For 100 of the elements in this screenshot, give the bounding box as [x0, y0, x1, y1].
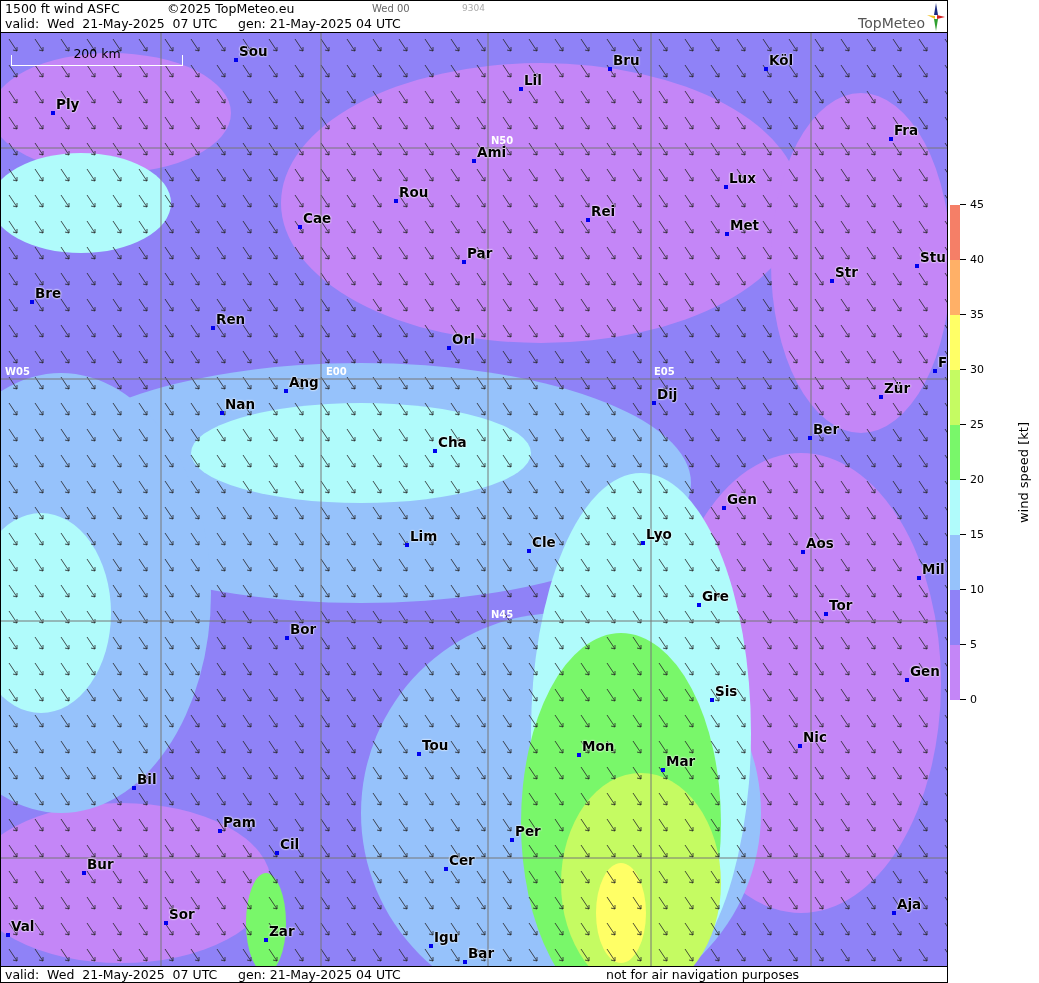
city-label: Val: [11, 919, 35, 933]
grid-label: E00: [326, 366, 347, 377]
city-marker: [132, 786, 136, 790]
city-label: Aja: [897, 897, 922, 911]
city-label: Sor: [169, 907, 195, 921]
city-marker: [275, 851, 279, 855]
city-label: Nan: [225, 397, 256, 411]
city-marker: [405, 543, 409, 547]
city-label: Bor: [290, 622, 317, 636]
city-label: Orl: [452, 332, 475, 346]
city-marker: [30, 300, 34, 304]
city-label: Nic: [803, 730, 827, 744]
city-label: Lux: [729, 171, 756, 185]
city-label: Rou: [399, 185, 429, 199]
city-label: Par: [467, 246, 493, 260]
city-marker: [892, 911, 896, 915]
run-label: Wed 00: [372, 2, 411, 16]
city-marker: [433, 449, 437, 453]
city-label: F: [938, 355, 947, 369]
city-label: Lim: [410, 529, 438, 543]
generated-time: gen: 21-May-2025 04 UTC: [238, 16, 401, 31]
city-marker: [724, 185, 728, 189]
city-label: Cae: [303, 211, 332, 225]
city-marker: [608, 67, 612, 71]
city-label: Köl: [769, 53, 794, 67]
grid-label: E05: [654, 366, 675, 377]
city-marker: [586, 218, 590, 222]
city-label: Pam: [223, 815, 256, 829]
city-marker: [284, 389, 288, 393]
city-marker: [164, 921, 168, 925]
city-marker: [889, 137, 893, 141]
city-label: Igu: [434, 930, 459, 944]
city-label: Cil: [280, 837, 300, 851]
city-marker: [417, 752, 421, 756]
city-label: Str: [835, 265, 858, 279]
city-marker: [264, 938, 268, 942]
city-marker: [463, 960, 467, 964]
city-marker: [211, 326, 215, 330]
city-label: Sis: [715, 684, 738, 698]
city-marker: [710, 698, 714, 702]
city-label: Mon: [582, 739, 615, 753]
city-marker: [220, 411, 224, 415]
city-marker: [697, 603, 701, 607]
city-label: Ang: [289, 375, 319, 389]
city-marker: [915, 264, 919, 268]
city-label: Stu: [920, 250, 946, 264]
grid-label: W05: [5, 366, 30, 377]
city-marker: [905, 678, 909, 682]
city-label: Gen: [727, 492, 757, 506]
city-label: Lil: [524, 73, 542, 87]
city-label: Zür: [884, 381, 911, 395]
city-marker: [641, 541, 645, 545]
city-marker: [51, 111, 55, 115]
generated-time: gen: 21-May-2025 04 UTC: [238, 967, 402, 982]
city-label: Gre: [702, 589, 729, 603]
city-label: Tor: [829, 598, 853, 612]
city-marker: [824, 612, 828, 616]
city-marker: [808, 436, 812, 440]
city-marker: [472, 159, 476, 163]
scale-tick-label: 15: [970, 529, 984, 540]
city-label: Dij: [657, 387, 678, 401]
city-marker: [298, 225, 302, 229]
city-marker: [917, 576, 921, 580]
city-marker: [764, 67, 768, 71]
city-label: Gen: [910, 664, 940, 678]
city-label: Bre: [35, 286, 62, 300]
city-label: Tou: [422, 738, 449, 752]
city-marker: [285, 636, 289, 640]
city-label: Bur: [87, 857, 114, 871]
city-marker: [577, 753, 581, 757]
grid-label: N50: [491, 135, 514, 146]
city-marker: [6, 933, 10, 937]
axis-label: wind speed [kt]: [1016, 422, 1031, 523]
city-marker: [234, 58, 238, 62]
city-label: Bru: [613, 53, 640, 67]
logo-text: TopMeteo: [858, 15, 925, 31]
city-marker: [725, 232, 729, 236]
scale-tick-label: 5: [970, 639, 977, 650]
city-marker: [879, 395, 883, 399]
city-label: Mil: [922, 562, 945, 576]
city-marker: [444, 867, 448, 871]
code-label: 9304: [462, 2, 485, 15]
city-label: Met: [730, 218, 760, 232]
city-label: Rei: [591, 204, 616, 218]
copyright-text: ©2025 TopMeteo.eu: [167, 1, 296, 16]
city-label: Lyo: [646, 527, 672, 541]
city-label: Cer: [449, 853, 475, 867]
city-label: Fra: [894, 123, 919, 137]
scale-tick-label: 45: [970, 199, 984, 210]
city-marker: [510, 838, 514, 842]
city-marker: [652, 401, 656, 405]
scale-tick-label: 35: [970, 309, 984, 320]
city-label: Sou: [239, 44, 268, 58]
city-label: Bar: [468, 946, 495, 960]
city-marker: [527, 549, 531, 553]
city-marker: [218, 829, 222, 833]
disclaimer-text: not for air navigation purposes: [606, 967, 800, 982]
city-marker: [462, 260, 466, 264]
city-label: Ber: [813, 422, 840, 436]
scale-label: 200 km: [73, 47, 121, 63]
